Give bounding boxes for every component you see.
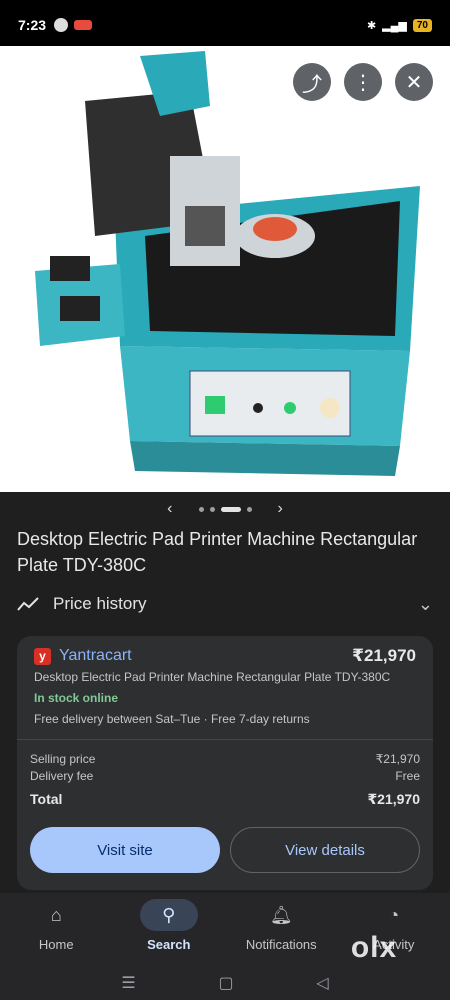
delivery-fee-row: Delivery fee Free (30, 769, 420, 783)
nav-search-label: Search (147, 937, 191, 952)
product-image[interactable]: ⤴ ⋮ ✕ (0, 46, 450, 492)
search-icon: ⚲ (139, 899, 198, 931)
carousel-dot[interactable] (246, 506, 252, 512)
selling-price-value: ₹21,970 (375, 752, 420, 766)
delivery-fee-value: Free (395, 769, 420, 783)
close-button[interactable]: ✕ (395, 63, 433, 101)
recents-icon[interactable]: ☰ (121, 973, 135, 993)
delivery-fee-label: Delivery fee (30, 769, 94, 783)
carousel-dot-active[interactable] (220, 506, 241, 512)
notification-icon (54, 18, 69, 32)
delivery-info: Free delivery between Sat–Tue · Free 7-d… (34, 712, 310, 726)
status-time: 7:23 (18, 17, 47, 33)
share-button[interactable]: ⤴ (293, 63, 331, 101)
price-history-toggle[interactable]: Price history ⌄ (17, 588, 433, 620)
status-bar: 7:23 ✱ ▂▄▆ 70 (0, 0, 450, 50)
carousel-dot[interactable] (198, 506, 204, 512)
app-notification-icon (74, 20, 93, 30)
back-icon[interactable]: ◁ (316, 973, 328, 993)
signal-icon: ▂▄▆ (382, 19, 407, 32)
offer-price: ₹21,970 (352, 646, 416, 665)
close-icon: ✕ (405, 71, 423, 94)
total-row: Total ₹21,970 (30, 791, 420, 808)
trending-icon (17, 597, 39, 611)
more-vert-icon: ⋮ (353, 71, 373, 94)
screen: 7:23 ✱ ▂▄▆ 70 ⤴ ⋮ ✕ ‹ › Desktop Electric… (0, 0, 450, 1000)
seller-logo-icon: y (34, 647, 51, 665)
product-title: Desktop Electric Pad Printer Machine Rec… (17, 529, 418, 575)
next-image-button[interactable]: › (278, 500, 283, 518)
share-icon: ⤴ (302, 73, 322, 96)
nav-search[interactable]: ⚲ Search (113, 893, 226, 965)
selling-price-row: Selling price ₹21,970 (30, 752, 420, 766)
total-value: ₹21,970 (367, 791, 420, 807)
home-icon: ⌂ (50, 904, 62, 925)
chevron-down-icon: ⌄ (417, 593, 433, 614)
system-navigation-bar: ☰ ▢ ◁ (0, 965, 450, 1000)
olx-watermark: olx (350, 931, 398, 964)
seller-row: y Yantracart ₹21,970 (34, 646, 416, 666)
prev-image-button[interactable]: ‹ (167, 500, 172, 518)
divider (17, 739, 433, 740)
offer-card: y Yantracart ₹21,970 Desktop Electric Pa… (17, 636, 433, 890)
price-history-label: Price history (53, 594, 147, 613)
home-system-icon[interactable]: ▢ (218, 973, 233, 993)
total-label: Total (30, 791, 63, 807)
nav-home-label: Home (38, 937, 74, 952)
nav-notifications-label: Notifications (245, 937, 317, 952)
bell-icon: 🔔︎ (269, 904, 293, 925)
selling-price-label: Selling price (30, 752, 96, 766)
bluetooth-icon: ✱ (366, 19, 377, 32)
nav-home[interactable]: ⌂ Home (0, 893, 113, 965)
stock-status: In stock online (34, 691, 119, 705)
image-carousel-controls: ‹ › (0, 492, 450, 526)
pad-printer-illustration (0, 46, 450, 492)
battery-indicator: 70 (412, 18, 432, 32)
carousel-dot[interactable] (209, 506, 215, 512)
more-options-button[interactable]: ⋮ (344, 63, 382, 101)
view-details-button[interactable]: View details (230, 827, 420, 873)
status-right: ✱ ▂▄▆ 70 (366, 18, 432, 32)
activity-icon: ◔ (388, 904, 400, 925)
seller-name[interactable]: Yantracart (59, 647, 132, 665)
visit-site-button[interactable]: Visit site (30, 827, 220, 873)
offer-description: Desktop Electric Pad Printer Machine Rec… (34, 670, 391, 684)
nav-notifications[interactable]: 🔔︎ Notifications (225, 893, 338, 965)
